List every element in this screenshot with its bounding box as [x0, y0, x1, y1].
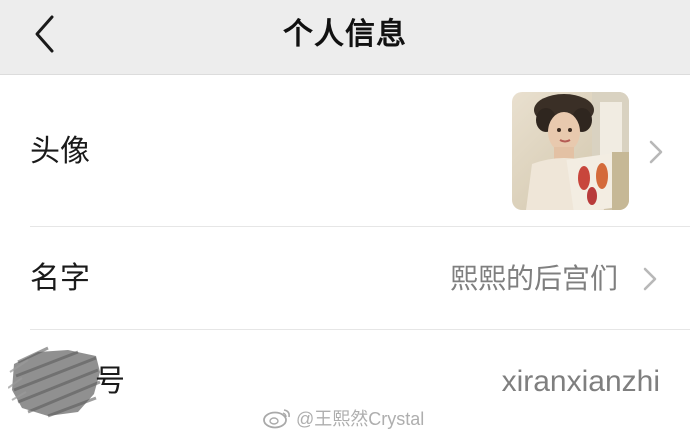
watermark-text: @王熙然Crystal — [296, 409, 425, 429]
redaction-scribble — [8, 346, 101, 418]
name-value: 熙熙的后宫们 — [449, 262, 618, 295]
id-value: xiranxianzhi — [501, 365, 660, 398]
navigation-bar: 个人信息 — [0, 0, 690, 75]
chevron-right-icon — [649, 140, 663, 164]
page-title: 个人信息 — [283, 17, 407, 52]
watermark: @王熙然Crystal — [262, 405, 424, 431]
id-label: 号 — [95, 364, 125, 399]
profile-row-avatar[interactable]: 头像 — [0, 76, 690, 227]
profile-row-name[interactable]: 名字 熙熙的后宫们 — [0, 227, 690, 330]
name-label: 名字 — [30, 261, 90, 296]
weibo-icon — [263, 409, 290, 429]
avatar[interactable] — [512, 92, 629, 210]
chevron-right-icon — [643, 267, 657, 291]
avatar-label: 头像 — [30, 134, 90, 169]
